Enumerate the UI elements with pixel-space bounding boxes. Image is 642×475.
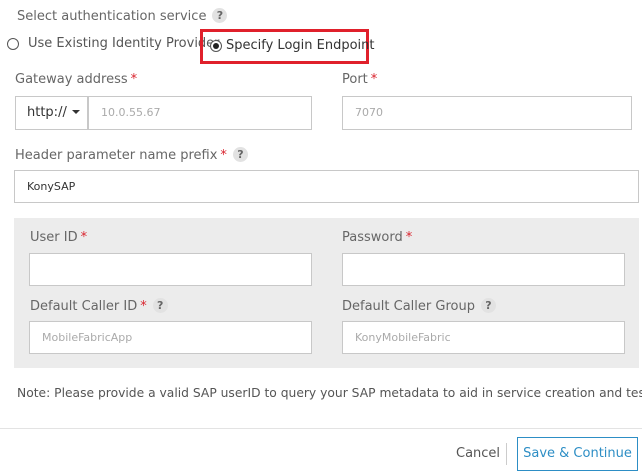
- user-id-label: User ID *: [30, 230, 87, 245]
- header-prefix-input[interactable]: KonySAP: [14, 170, 639, 203]
- required-marker: *: [370, 72, 378, 87]
- radio-specify-login-endpoint[interactable]: [210, 40, 222, 52]
- required-marker: *: [130, 72, 138, 87]
- header-prefix-value: KonySAP: [27, 180, 76, 193]
- required-marker: *: [220, 148, 227, 163]
- user-id-input[interactable]: [29, 253, 312, 286]
- port-label-text: Port: [342, 72, 368, 87]
- gateway-placeholder: 10.0.55.67: [101, 106, 161, 119]
- help-icon[interactable]: ?: [480, 298, 496, 313]
- port-input[interactable]: 7070: [342, 96, 632, 130]
- gateway-address-input[interactable]: 10.0.55.67: [88, 96, 312, 130]
- footer-divider: [0, 428, 642, 429]
- caller-group-label: Default Caller Group?: [342, 298, 496, 314]
- protocol-value: http://: [27, 105, 67, 120]
- header-prefix-label-text: Header parameter name prefix: [15, 148, 218, 163]
- save-continue-button[interactable]: Save & Continue: [517, 437, 638, 471]
- caller-id-input[interactable]: MobileFabricApp: [29, 321, 312, 354]
- caller-id-label-text: Default Caller ID: [30, 299, 138, 314]
- required-marker: *: [405, 230, 413, 245]
- protocol-dropdown[interactable]: http://: [15, 96, 88, 130]
- caller-group-input[interactable]: KonyMobileFabric: [342, 321, 625, 354]
- gateway-label-text: Gateway address: [15, 72, 128, 87]
- password-input[interactable]: [342, 253, 625, 286]
- port-label: Port *: [342, 72, 377, 87]
- caller-group-label-text: Default Caller Group: [342, 299, 475, 314]
- cancel-button[interactable]: Cancel: [456, 446, 500, 461]
- required-marker: *: [80, 230, 88, 245]
- auth-title-text: Select authentication service: [17, 9, 207, 24]
- footer-separator: [506, 443, 507, 465]
- password-label-text: Password: [342, 230, 403, 245]
- caller-id-placeholder: MobileFabricApp: [42, 331, 133, 344]
- radio-existing-identity-provider[interactable]: [7, 38, 19, 50]
- note-text: Note: Please provide a valid SAP userID …: [17, 386, 642, 400]
- radio-existing-label[interactable]: Use Existing Identity Provider: [28, 36, 220, 51]
- gateway-label: Gateway address *: [15, 72, 137, 87]
- auth-section-title: Select authentication service?: [17, 8, 228, 24]
- help-icon[interactable]: ?: [232, 147, 248, 162]
- help-icon[interactable]: ?: [212, 8, 228, 23]
- header-prefix-label: Header parameter name prefix *?: [15, 147, 248, 163]
- user-id-label-text: User ID: [30, 230, 78, 245]
- chevron-down-icon: [71, 110, 80, 114]
- caller-group-placeholder: KonyMobileFabric: [355, 331, 451, 344]
- caller-id-label: Default Caller ID *?: [30, 298, 168, 314]
- radio-endpoint-label[interactable]: Specify Login Endpoint: [226, 38, 375, 53]
- help-icon[interactable]: ?: [152, 298, 168, 313]
- required-marker: *: [140, 299, 147, 314]
- password-label: Password *: [342, 230, 412, 245]
- port-placeholder: 7070: [355, 106, 383, 119]
